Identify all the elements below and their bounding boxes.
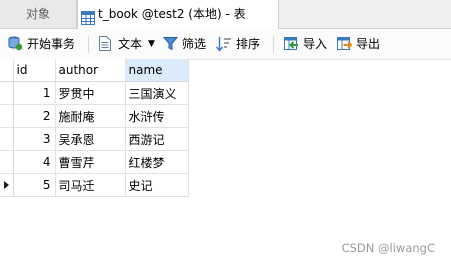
export-button[interactable]: 导出 (336, 34, 382, 54)
current-row-indicator-icon (4, 181, 9, 189)
sort-label: 排序 (236, 37, 261, 51)
cell-author[interactable]: 罗贯中 (55, 81, 126, 105)
toolbar-divider (88, 36, 89, 53)
cell-name[interactable]: 红楼梦 (125, 150, 189, 174)
cell-id[interactable]: 5 (13, 173, 56, 197)
cell-name[interactable]: 水浒传 (125, 104, 189, 128)
chevron-down-icon[interactable]: ▼ (148, 34, 155, 54)
tab-title: t_book @test2 (本地) - 表 (98, 7, 246, 21)
text-view-button[interactable]: 文本 ▼ (98, 34, 158, 54)
filter-label: 筛选 (182, 37, 207, 51)
filter-funnel-icon (163, 37, 178, 51)
row-selector-header[interactable] (0, 59, 14, 82)
row-selector[interactable] (0, 173, 14, 197)
row-selector[interactable] (0, 127, 14, 151)
cell-author[interactable]: 施耐庵 (55, 104, 126, 128)
import-table-icon (284, 37, 298, 50)
column-header-author[interactable]: author (55, 59, 126, 82)
cell-name[interactable]: 西游记 (125, 127, 189, 151)
cell-author[interactable]: 吴承恩 (55, 127, 126, 151)
filter-button[interactable]: 筛选 (163, 34, 211, 54)
table-row[interactable]: 1 罗贯中 三国演义 (0, 81, 189, 105)
export-label: 导出 (356, 37, 381, 51)
table-row[interactable]: 2 施耐庵 水浒传 (0, 104, 189, 128)
cell-id[interactable]: 1 (13, 81, 56, 105)
table-row[interactable]: 5 司马迁 史记 (0, 173, 189, 197)
cell-author[interactable]: 曹雪芹 (55, 150, 126, 174)
cell-id[interactable]: 3 (13, 127, 56, 151)
column-header-name[interactable]: name (125, 59, 189, 82)
database-transaction-icon (8, 36, 23, 51)
text-view-label: 文本 (118, 37, 143, 51)
row-selector[interactable] (0, 104, 14, 128)
tab-objects[interactable]: 对象 (0, 0, 77, 28)
row-selector[interactable] (0, 150, 14, 174)
data-grid: id author name 1 罗贯中 三国演义 2 施耐庵 水浒传 3 吴承… (0, 59, 189, 197)
cell-id[interactable]: 2 (13, 104, 56, 128)
export-table-icon (337, 37, 352, 50)
sort-icon (216, 37, 231, 52)
tab-table-t-book[interactable]: t_book @test2 (本地) - 表 (77, 0, 279, 29)
table-row[interactable]: 3 吴承恩 西游记 (0, 127, 189, 151)
sort-button[interactable]: 排序 (216, 34, 264, 54)
cell-author[interactable]: 司马迁 (55, 173, 126, 197)
row-selector[interactable] (0, 81, 14, 105)
begin-transaction-button[interactable]: 开始事务 (8, 34, 80, 54)
cell-name[interactable]: 史记 (125, 173, 189, 197)
import-label: 导入 (303, 37, 328, 51)
import-button[interactable]: 导入 (283, 34, 329, 54)
toolbar-divider (273, 36, 274, 53)
toolbar: 开始事务 文本 ▼ 筛选 排序 导入 导出 (0, 29, 451, 60)
cell-name[interactable]: 三国演义 (125, 81, 189, 105)
watermark: CSDN @liwangC (341, 241, 435, 255)
cell-id[interactable]: 4 (13, 150, 56, 174)
tab-bar: 对象 t_book @test2 (本地) - 表 (0, 0, 451, 29)
begin-transaction-label: 开始事务 (27, 37, 76, 51)
table-row[interactable]: 4 曹雪芹 红楼梦 (0, 150, 189, 174)
column-header-id[interactable]: id (13, 59, 56, 82)
text-document-icon (99, 36, 111, 51)
header-row: id author name (0, 59, 189, 82)
